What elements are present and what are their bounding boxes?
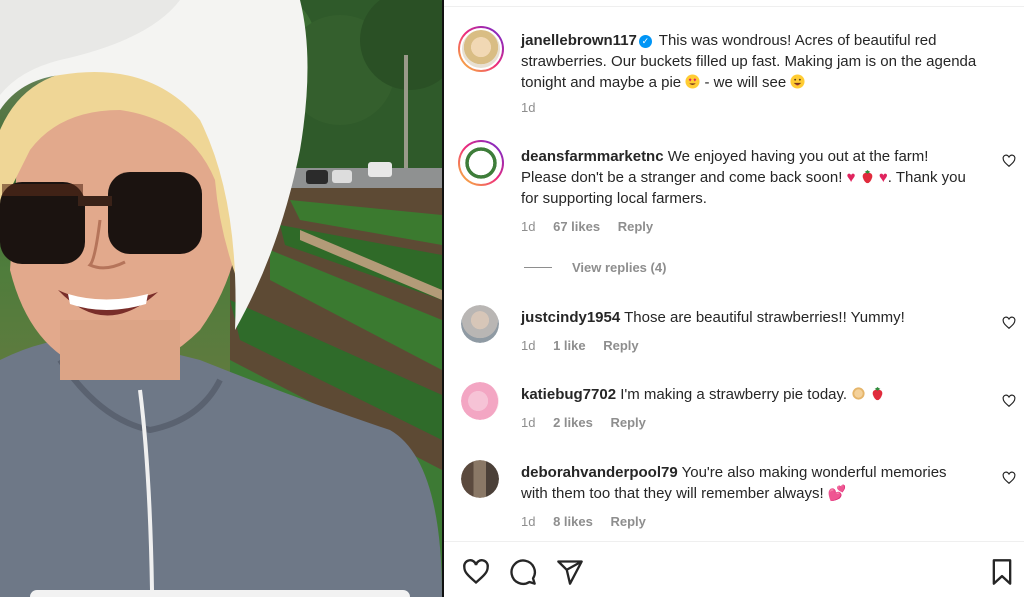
view-replies-label[interactable]: View replies (4)	[572, 260, 666, 275]
like-comment-heart-icon[interactable]	[1002, 316, 1016, 330]
selfie-image	[0, 0, 442, 597]
comment-username[interactable]: justcindy1954	[521, 309, 620, 326]
heart-emoji-icon: ♥	[878, 169, 888, 186]
view-replies-line	[524, 267, 552, 268]
pie-emoji-icon	[852, 387, 865, 400]
comment-meta: 1d 2 likes Reply	[521, 415, 660, 430]
comment-likes[interactable]: 2 likes	[553, 415, 593, 430]
comment-deborahvanderpool79: deborahvanderpool79 You're also making w…	[521, 462, 961, 504]
deansfarm-avatar[interactable]	[458, 140, 504, 186]
panel-top-divider	[444, 6, 1024, 7]
reply-button[interactable]: Reply	[610, 415, 645, 430]
view-replies-button[interactable]: View replies (4)	[524, 260, 666, 275]
comment-deansfarmmarketnc: deansfarmmarketnc We enjoyed having you …	[521, 148, 966, 207]
comment-likes[interactable]: 67 likes	[553, 219, 600, 234]
comment-username[interactable]: deansfarmmarketnc	[521, 148, 664, 165]
comment-time: 1d	[521, 219, 536, 234]
share-icon[interactable]	[556, 558, 584, 586]
grinning-emoji-icon	[790, 74, 805, 89]
comment-username[interactable]: katiebug7702	[521, 386, 616, 403]
comment-likes[interactable]: 1 like	[553, 338, 586, 353]
comment-icon[interactable]	[509, 558, 537, 586]
bookmark-icon[interactable]	[988, 558, 1016, 586]
action-bar-divider	[444, 541, 1024, 542]
reply-button[interactable]: Reply	[610, 514, 645, 529]
strawberry-emoji-icon	[873, 386, 883, 401]
heart-eyes-emoji-icon	[685, 74, 700, 89]
heart-emoji-icon: ♥	[846, 169, 856, 186]
comment-text: I'm making a strawberry pie today.	[620, 386, 848, 403]
comment-text: Those are beautiful strawberries!! Yummy…	[624, 309, 905, 326]
strawberry-emoji-icon	[862, 169, 872, 184]
comment-meta: 1d 67 likes Reply	[521, 219, 667, 234]
like-comment-heart-icon[interactable]	[1002, 471, 1016, 485]
comment-meta: 1d 1 like Reply	[521, 338, 653, 353]
comment-time: 1d	[521, 514, 536, 529]
reply-button[interactable]: Reply	[603, 338, 638, 353]
comment-username[interactable]: deborahvanderpool79	[521, 464, 678, 481]
comment-justcindy1954: justcindy1954 Those are beautiful strawb…	[521, 307, 971, 328]
comment-likes[interactable]: 8 likes	[553, 514, 593, 529]
justcindy-avatar[interactable]	[461, 305, 499, 343]
comment-time: 1d	[521, 338, 536, 353]
author-avatar[interactable]	[458, 26, 504, 72]
deborah-avatar[interactable]	[461, 460, 499, 498]
katiebug-avatar[interactable]	[461, 382, 499, 420]
sparkling-heart-emoji-icon: 💕	[827, 485, 847, 502]
comment-time: 1d	[521, 415, 536, 430]
comments-panel: janellebrown117 ✓ This was wondrous! Acre…	[444, 0, 1024, 597]
post-photo	[0, 0, 442, 597]
heart-icon[interactable]	[462, 558, 490, 586]
reply-button[interactable]: Reply	[618, 219, 653, 234]
post-caption: janellebrown117 ✓ This was wondrous! Acre…	[521, 30, 981, 93]
like-comment-heart-icon[interactable]	[1002, 154, 1016, 168]
caption-meta: 1d	[521, 100, 549, 115]
verified-icon: ✓	[638, 35, 652, 48]
like-comment-heart-icon[interactable]	[1002, 394, 1016, 408]
comment-meta: 1d 8 likes Reply	[521, 514, 660, 529]
comment-katiebug7702: katiebug7702 I'm making a strawberry pie…	[521, 384, 971, 405]
caption-tail: - we will see	[704, 74, 787, 91]
author-username[interactable]: janellebrown117	[521, 32, 637, 49]
caption-time: 1d	[521, 100, 536, 115]
